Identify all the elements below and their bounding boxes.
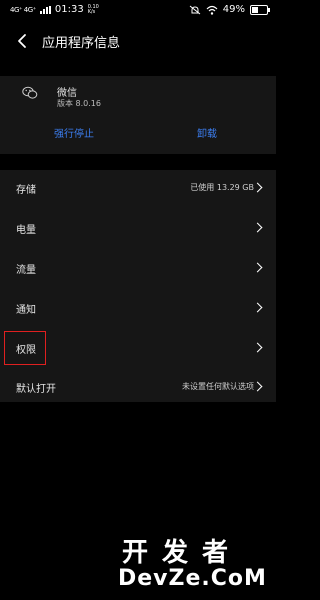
wechat-icon xyxy=(22,86,38,99)
page-title: 应用程序信息 xyxy=(42,36,121,51)
chevron-right-icon xyxy=(252,302,263,313)
chevron-right-icon xyxy=(252,182,263,193)
chevron-right-icon xyxy=(252,381,263,392)
status-bar: 4G⁺ 4G⁺ 01:33 0.10 K/s 49% xyxy=(0,0,276,22)
chevron-right-icon xyxy=(252,222,263,233)
data-usage-item[interactable]: 流量 xyxy=(0,250,276,288)
network-speed: 0.10 K/s xyxy=(87,4,99,15)
back-arrow-icon[interactable] xyxy=(14,32,32,50)
data-usage-label: 流量 xyxy=(16,265,36,276)
permissions-highlight-box xyxy=(4,331,46,365)
battery-label: 电量 xyxy=(16,225,36,236)
status-right: 49% xyxy=(189,4,270,15)
open-by-default-label: 默认打开 xyxy=(16,384,56,395)
status-time: 01:33 xyxy=(54,4,84,15)
battery-icon xyxy=(250,4,270,15)
notifications-item[interactable]: 通知 xyxy=(0,290,276,328)
wifi-icon xyxy=(206,5,218,15)
signal-label: 4G⁺ 4G⁺ xyxy=(10,5,36,14)
watermark-line1: 开发者 xyxy=(122,538,243,568)
storage-label: 存储 xyxy=(16,185,36,196)
app-name: 微信 xyxy=(57,88,77,99)
battery-percent: 49% xyxy=(222,4,245,15)
network-speed-unit: K/s xyxy=(87,8,96,15)
app-version: 版本 8.0.16 xyxy=(57,99,101,108)
storage-item[interactable]: 存储 已使用 13.29 GB xyxy=(0,170,276,208)
open-by-default-item[interactable]: 默认打开 未设置任何默认选项 xyxy=(0,369,276,407)
status-left: 4G⁺ 4G⁺ 01:33 0.10 K/s xyxy=(10,4,99,15)
watermark: 开发者 DevZe.CoM xyxy=(118,532,268,592)
open-by-default-value: 未设置任何默认选项 xyxy=(182,382,254,391)
force-stop-button[interactable]: 强行停止 xyxy=(54,125,94,140)
watermark-line2: DevZe.CoM xyxy=(118,566,267,591)
chevron-right-icon xyxy=(252,342,263,353)
chevron-right-icon xyxy=(252,262,263,273)
mute-bell-icon xyxy=(189,5,201,14)
uninstall-button[interactable]: 卸载 xyxy=(197,125,217,140)
battery-item[interactable]: 电量 xyxy=(0,210,276,248)
settings-list: 存储 已使用 13.29 GB 电量 流量 通知 权限 默认打开 未设置任何默认… xyxy=(0,170,276,402)
storage-value: 已使用 13.29 GB xyxy=(190,183,254,192)
notifications-label: 通知 xyxy=(16,305,36,316)
signal-bars-icon xyxy=(39,5,51,14)
app-info-card xyxy=(0,76,276,154)
app-bar: 应用程序信息 xyxy=(0,26,276,56)
